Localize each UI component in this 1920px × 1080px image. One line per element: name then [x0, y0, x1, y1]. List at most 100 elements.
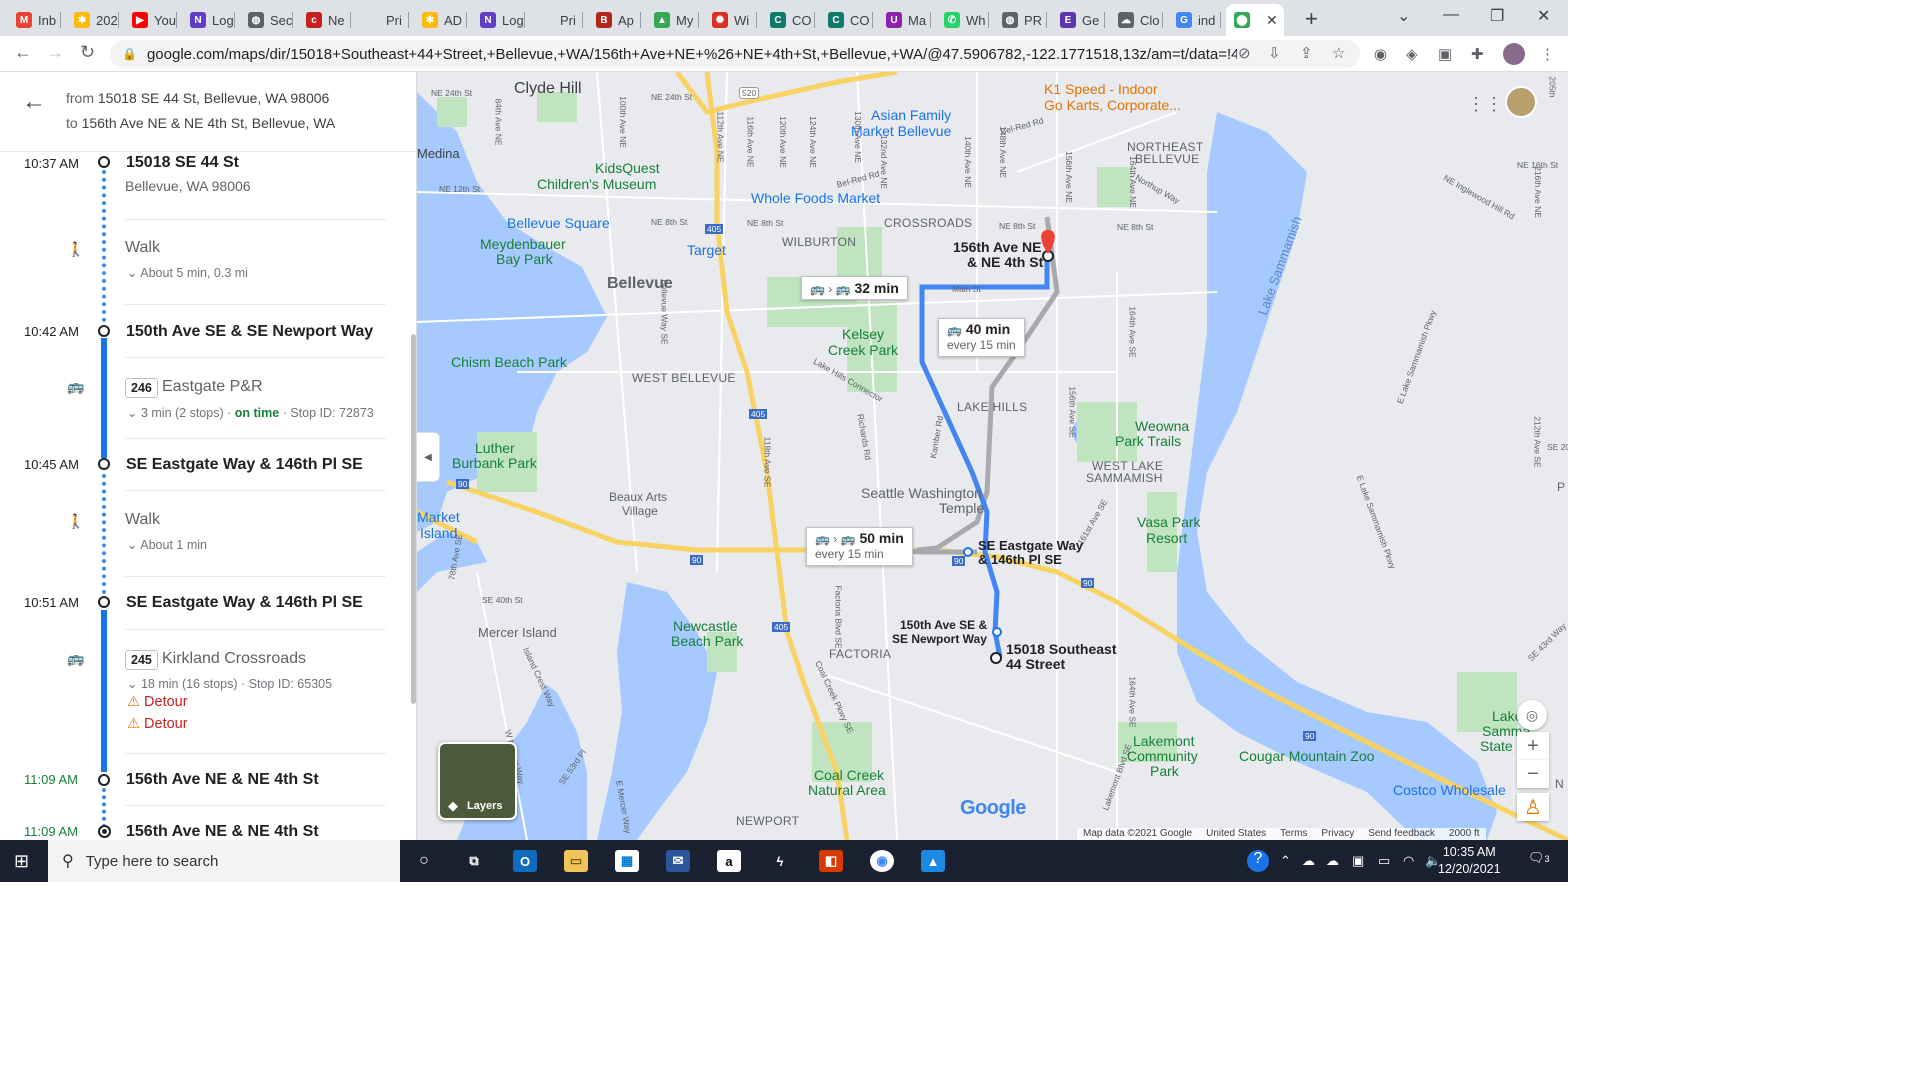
camera-extension-icon[interactable]: ◉ — [1374, 45, 1387, 63]
network-device-icon[interactable]: ▣ — [1352, 853, 1364, 869]
poi-label[interactable]: Target — [687, 242, 726, 258]
share-icon[interactable]: ⇪ — [1300, 44, 1313, 62]
route-option-card[interactable]: 🚌 › 🚌 32 min — [801, 276, 908, 300]
destination-label[interactable]: 156th Ave NE — [953, 239, 1041, 255]
park-label[interactable]: Beach Park — [671, 633, 743, 649]
browser-tab[interactable]: ✱ AD — [414, 4, 467, 36]
park-label[interactable]: Coal Creek — [814, 767, 884, 783]
tab-search-chevron-icon[interactable]: ⌄ — [1397, 6, 1410, 26]
park-label[interactable]: Resort — [1146, 530, 1187, 546]
close-window-button[interactable]: ✕ — [1537, 6, 1550, 26]
walk-details-toggle[interactable]: ⌄ About 5 min, 0.3 mi — [127, 265, 248, 280]
new-tab-button[interactable]: + — [1305, 6, 1318, 32]
browser-tab[interactable]: ▶ You — [124, 4, 177, 36]
back-button[interactable]: ← — [14, 42, 32, 63]
powershell-icon[interactable]: ϟ — [768, 850, 792, 872]
puzzle-extensions-icon[interactable]: ✚ — [1471, 45, 1484, 63]
browser-tab[interactable]: ☁ Clo — [1110, 4, 1163, 36]
poi-label[interactable]: Go Karts, Corporate... — [1044, 97, 1181, 113]
browser-tab[interactable]: ✆ Wh — [936, 4, 989, 36]
browser-tab[interactable]: M Inb — [8, 4, 61, 36]
send-feedback-link[interactable]: Send feedback — [1368, 828, 1435, 840]
poi-label[interactable]: Bellevue Square — [507, 215, 610, 231]
park-label[interactable]: Weowna — [1135, 418, 1189, 434]
transit-stop-label[interactable]: 150th Ave SE & — [900, 618, 987, 632]
park-label[interactable]: Kelsey — [842, 326, 884, 342]
close-tab-icon[interactable]: ✕ — [1266, 12, 1278, 29]
park-label[interactable]: Creek Park — [828, 342, 898, 358]
destination-line[interactable]: to 156th Ave NE & NE 4th St, Bellevue, W… — [66, 115, 335, 131]
url-text[interactable]: google.com/maps/dir/15018+Southeast+44+S… — [147, 46, 1237, 63]
help-icon[interactable]: ? — [1247, 850, 1269, 872]
park-label[interactable]: Bay Park — [496, 251, 553, 267]
task-view-icon[interactable]: ⧉ — [462, 850, 486, 872]
amazon-icon[interactable]: a — [717, 850, 741, 872]
browser-tab[interactable]: N Log — [472, 4, 525, 36]
park-label[interactable]: Natural Area — [808, 782, 886, 798]
store-icon[interactable]: ▦ — [615, 850, 639, 872]
step-stop-name[interactable]: 150th Ave SE & SE Newport Way — [126, 323, 373, 341]
wifi-icon[interactable]: ◠ — [1403, 853, 1414, 869]
park-label[interactable]: Newcastle — [673, 618, 738, 634]
park-label[interactable]: Cougar Mountain Zoo — [1239, 748, 1374, 764]
route-option-card[interactable]: 🚌 › 🚌 50 min every 15 min — [806, 527, 913, 566]
browser-tab[interactable]: ◍ PR — [994, 4, 1047, 36]
transit-stop-label[interactable]: & 146th Pl SE — [978, 552, 1062, 567]
park-label[interactable]: Park — [1150, 763, 1179, 779]
browser-tab[interactable]: Gind — [1168, 4, 1221, 36]
park-label[interactable]: Vasa Park — [1137, 514, 1201, 530]
browser-tab[interactable]: Pri — [530, 4, 583, 36]
maximize-button[interactable]: ❐ — [1490, 6, 1504, 26]
browser-tab[interactable]: ▲ My — [646, 4, 699, 36]
account-avatar[interactable] — [1505, 86, 1537, 118]
bus-details-toggle[interactable]: ⌄ 3 min (2 stops) · on time · Stop ID: 7… — [127, 405, 374, 420]
poi-label[interactable]: Whole Foods Market — [751, 190, 880, 206]
outlook-icon[interactable]: O — [513, 850, 537, 872]
profile-avatar[interactable] — [1503, 43, 1525, 65]
browser-tab[interactable]: ◍ Sec — [240, 4, 293, 36]
reload-button[interactable]: ↻ — [80, 42, 95, 63]
browser-tab[interactable]: c Ne — [298, 4, 351, 36]
location-blocked-icon[interactable]: ⊘ — [1238, 44, 1251, 62]
windows-start-icon[interactable]: ⊞ — [14, 851, 29, 872]
bus-details-toggle[interactable]: ⌄ 18 min (16 stops) · Stop ID: 65305 — [127, 676, 332, 691]
collapse-panel-button[interactable]: ◀ — [417, 432, 440, 482]
poi-label[interactable]: Island — [420, 525, 457, 541]
poi-label[interactable]: Costco Wholesale — [1393, 782, 1506, 798]
install-icon[interactable]: ⇩ — [1268, 44, 1281, 62]
park-label[interactable]: Meydenbauer — [480, 236, 566, 252]
step-stop-name[interactable]: SE Eastgate Way & 146th Pl SE — [126, 456, 363, 474]
extension-icon[interactable]: ◈ — [1406, 45, 1418, 63]
step-stop-name[interactable]: 156th Ave NE & NE 4th St — [126, 823, 319, 840]
poi-label[interactable]: Market Bellevue — [851, 123, 951, 139]
browser-tab[interactable]: E Ge — [1052, 4, 1105, 36]
terms-link[interactable]: Terms — [1280, 828, 1307, 840]
browser-tab[interactable]: C CO — [762, 4, 815, 36]
park-label[interactable]: Lakemont — [1133, 733, 1194, 749]
poi-label[interactable]: Seattle Washington — [861, 485, 982, 501]
park-label[interactable]: Burbank Park — [452, 455, 537, 471]
forward-button[interactable]: → — [46, 42, 64, 63]
browser-tab[interactable]: N Log — [182, 4, 235, 36]
zoom-in-button[interactable]: + — [1517, 732, 1549, 760]
park-label[interactable]: Chism Beach Park — [451, 354, 567, 370]
onedrive-icon[interactable]: ☁ — [1302, 853, 1315, 869]
layers-button[interactable]: ◆ Layers — [438, 742, 517, 820]
park-label[interactable]: Park Trails — [1115, 433, 1181, 449]
more-menu-icon[interactable]: ⋮ — [1540, 45, 1555, 63]
mail-icon[interactable]: ✉ — [666, 850, 690, 872]
bookmark-star-icon[interactable]: ☆ — [1332, 44, 1345, 62]
browser-tab[interactable]: ✺ Wi — [704, 4, 757, 36]
browser-tab[interactable]: C CO — [820, 4, 873, 36]
poi-label[interactable]: Temple — [939, 500, 984, 516]
poi-label[interactable]: Market — [417, 509, 460, 525]
taskbar-search[interactable]: ⚲ Type here to search — [48, 840, 400, 882]
photos-icon[interactable]: ▲ — [921, 850, 945, 872]
poi-label[interactable]: Asian Family — [871, 107, 951, 123]
my-location-icon[interactable]: ◎ — [1517, 700, 1547, 730]
battery-icon[interactable]: ▭ — [1378, 853, 1390, 869]
step-stop-name[interactable]: SE Eastgate Way & 146th Pl SE — [126, 594, 363, 612]
pegman-icon[interactable]: ♙ — [1517, 793, 1549, 821]
origin-label[interactable]: 15018 Southeast — [1006, 641, 1117, 657]
onedrive-icon[interactable]: ☁ — [1326, 853, 1339, 869]
